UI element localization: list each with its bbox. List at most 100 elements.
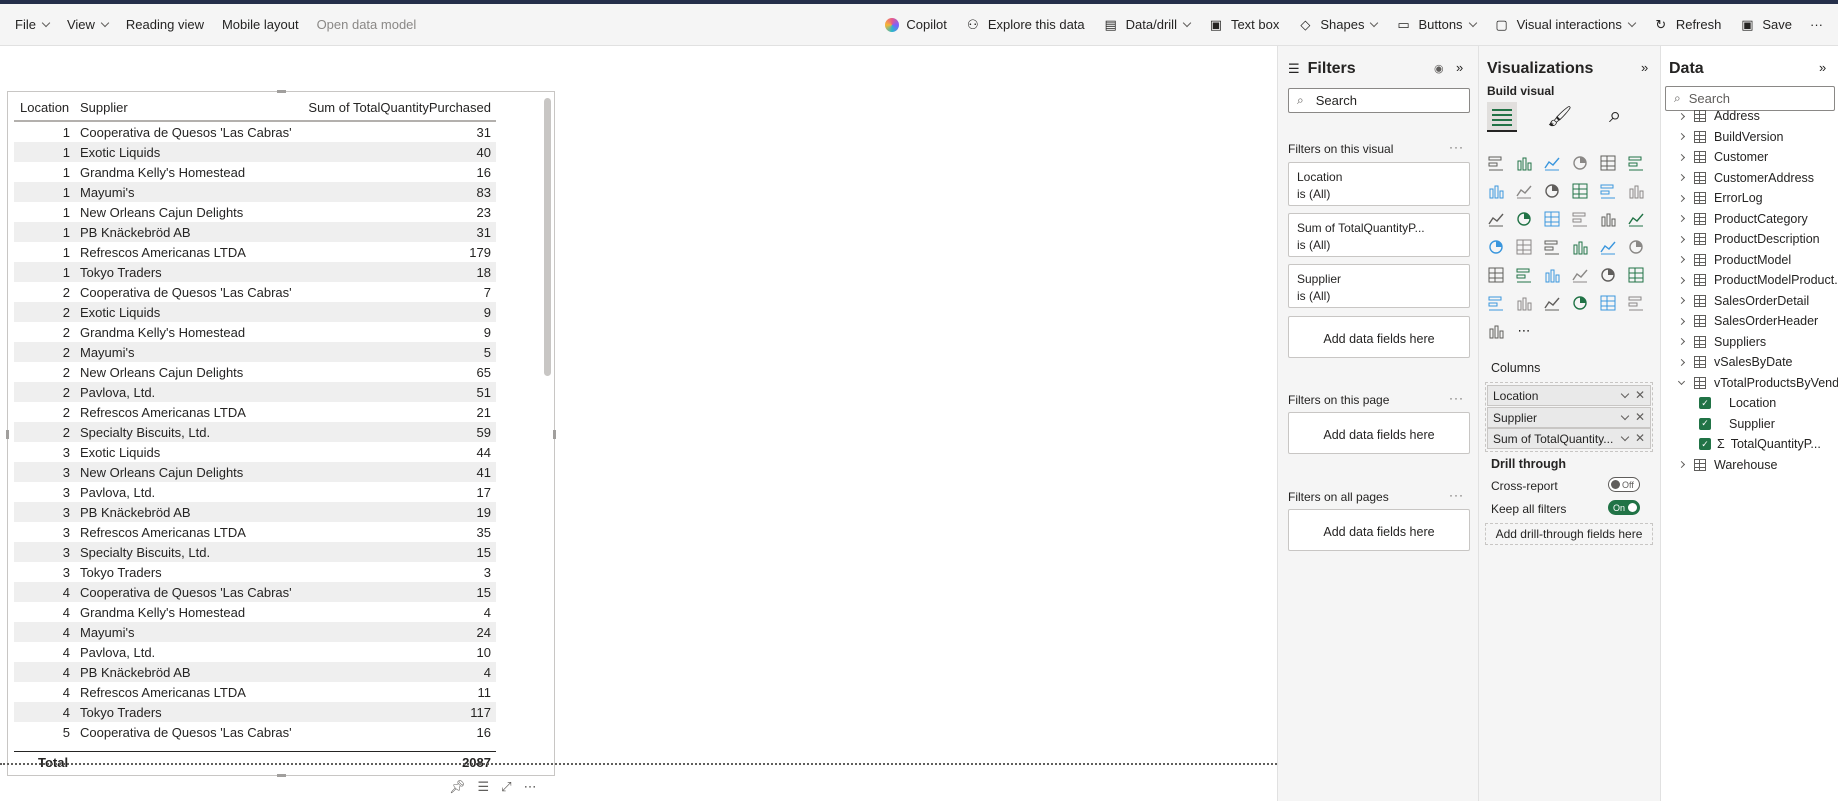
data-table-item[interactable]: vTotalProductsByVend... — [1677, 373, 1838, 393]
donut-chart-icon[interactable] — [1599, 210, 1617, 228]
table-row[interactable]: 5 Cooperativa de Quesos 'Las Cabras' 16 — [14, 722, 496, 742]
resize-handle-bottom[interactable] — [277, 774, 286, 777]
data-table-item[interactable]: Warehouse — [1677, 455, 1777, 475]
table-row[interactable]: 3 Tokyo Traders 3 — [14, 562, 496, 582]
matrix-icon[interactable] — [1571, 266, 1589, 284]
metrics-icon[interactable] — [1599, 294, 1617, 312]
table-row[interactable]: 3 Refrescos Americanas LTDA 35 — [14, 522, 496, 542]
header-quantity[interactable]: Sum of TotalQuantityPurchased — [296, 100, 496, 115]
chevron-down-icon[interactable] — [1677, 377, 1686, 385]
chevron-right-icon[interactable] — [1677, 214, 1686, 223]
clustered-column-icon[interactable] — [1571, 154, 1589, 172]
toolbar-refresh-button[interactable]: ↻ Refresh — [1644, 10, 1731, 40]
area-chart-icon[interactable] — [1515, 182, 1533, 200]
table-row[interactable]: 4 Grandma Kelly's Homestead 4 — [14, 602, 496, 622]
toolbar-visual-interactions-button[interactable]: ▢ Visual interactions — [1485, 10, 1644, 40]
table-row[interactable]: 2 Cooperativa de Quesos 'Las Cabras' 7 — [14, 282, 496, 302]
resize-handle-left[interactable] — [6, 430, 9, 439]
resize-handle-top[interactable] — [277, 90, 286, 93]
treemap-icon[interactable] — [1627, 210, 1645, 228]
data-table-item[interactable]: vSalesByDate — [1677, 352, 1793, 372]
pie-chart-icon[interactable] — [1571, 210, 1589, 228]
table-row[interactable]: 4 Cooperativa de Quesos 'Las Cabras' 15 — [14, 582, 496, 602]
chevron-right-icon[interactable] — [1677, 132, 1686, 141]
table-row[interactable]: 3 Exotic Liquids 44 — [14, 442, 496, 462]
chevron-right-icon[interactable] — [1677, 194, 1686, 202]
table-row[interactable]: 1 Tokyo Traders 18 — [14, 262, 496, 282]
chevron-right-icon[interactable] — [1677, 235, 1686, 243]
chevron-right-icon[interactable] — [1677, 460, 1686, 469]
checked-checkbox-icon[interactable]: ✓ — [1699, 438, 1711, 450]
kpi-icon[interactable] — [1487, 266, 1505, 284]
chevron-right-icon[interactable] — [1677, 153, 1686, 161]
funnel-icon[interactable] — [1515, 210, 1533, 228]
table-row[interactable]: 2 Specialty Biscuits, Ltd. 59 — [14, 422, 496, 442]
data-table-item[interactable]: ErrorLog — [1677, 188, 1763, 208]
data-table-item[interactable]: SalesOrderDetail — [1677, 291, 1809, 311]
toolbar-reading-view-button[interactable]: Reading view — [117, 10, 213, 40]
chevron-right-icon[interactable] — [1677, 358, 1686, 366]
table-row[interactable]: 3 New Orleans Cajun Delights 41 — [14, 462, 496, 482]
filter-card-location[interactable]: Location is (All) — [1288, 162, 1470, 206]
chevron-right-icon[interactable] — [1677, 337, 1686, 346]
column-well-location[interactable]: Location ✕ — [1487, 385, 1651, 406]
data-table-item[interactable]: ProductDescription — [1677, 229, 1820, 249]
checked-checkbox-icon[interactable]: ✓ — [1699, 397, 1711, 409]
add-drill-through-fields[interactable]: Add drill-through fields here — [1485, 523, 1653, 545]
collapse-visualizations-icon[interactable]: » — [1641, 60, 1648, 75]
add-all-pages-filter-fields[interactable]: Add data fields here — [1288, 509, 1470, 551]
power-automate-icon[interactable] — [1487, 322, 1505, 340]
data-table-item[interactable]: Address — [1677, 106, 1760, 126]
table-row[interactable]: 2 Refrescos Americanas LTDA 21 — [14, 402, 496, 422]
100-stacked-column-icon[interactable] — [1627, 154, 1645, 172]
chevron-right-icon[interactable] — [1677, 296, 1686, 305]
data-table-item[interactable]: CustomerAddress — [1677, 168, 1814, 188]
table-row[interactable]: 2 Mayumi's 5 — [14, 342, 496, 362]
table-row[interactable]: 3 Specialty Biscuits, Ltd. 15 — [14, 542, 496, 562]
stacked-bar-icon[interactable] — [1487, 154, 1505, 172]
filled-map-icon[interactable] — [1515, 238, 1533, 256]
data-table-item[interactable]: SalesOrderHeader — [1677, 311, 1818, 331]
chevron-down-icon[interactable] — [1620, 389, 1630, 399]
more-options-icon[interactable]: ··· — [1449, 140, 1464, 154]
paginated-report-icon[interactable] — [1571, 294, 1589, 312]
format-brush-icon[interactable]: 🖌︎ — [1547, 104, 1572, 129]
toolbar-explore-this-data-button[interactable]: ⚇ Explore this data — [956, 10, 1094, 40]
toolbar-mobile-layout-button[interactable]: Mobile layout — [213, 10, 308, 40]
column-well-quantity[interactable]: Sum of TotalQuantity... ✕ — [1487, 428, 1651, 449]
table-row[interactable]: 2 New Orleans Cajun Delights 65 — [14, 362, 496, 382]
remove-icon[interactable]: ✕ — [1635, 388, 1645, 402]
toolbar-shapes-button[interactable]: ◇ Shapes — [1288, 10, 1386, 40]
slicer-icon[interactable] — [1515, 266, 1533, 284]
waterfall-icon[interactable] — [1487, 210, 1505, 228]
table-row[interactable]: 4 Mayumi's 24 — [14, 622, 496, 642]
checked-checkbox-icon[interactable]: ✓ — [1699, 417, 1711, 430]
python-visual-icon[interactable] — [1627, 266, 1645, 284]
azure-map-icon[interactable] — [1543, 238, 1561, 256]
collapse-filters-icon[interactable]: » — [1456, 60, 1463, 75]
analytics-magnifier-icon[interactable]: ⌕ — [1609, 102, 1621, 128]
stacked-area-icon[interactable] — [1543, 182, 1561, 200]
filters-search-input[interactable]: ⌕ Search — [1288, 88, 1470, 113]
map-icon[interactable] — [1487, 238, 1505, 256]
filter-card-quantity[interactable]: Sum of TotalQuantityP... is (All) — [1288, 213, 1470, 257]
more-options-icon[interactable]: ··· — [1449, 488, 1464, 502]
column-well-supplier[interactable]: Supplier ✕ — [1487, 407, 1651, 428]
toolbar-text-box-button[interactable]: ▣ Text box — [1199, 10, 1288, 40]
resize-handle-right[interactable] — [553, 430, 556, 439]
toolbar-file-button[interactable]: File — [6, 10, 58, 40]
pin-icon[interactable]: 📌︎ — [449, 779, 466, 795]
toolbar-copilot-button[interactable]: Copilot — [876, 10, 955, 40]
line-column-icon[interactable] — [1599, 182, 1617, 200]
table-visual[interactable]: Location Supplier Sum of TotalQuantityPu… — [6, 90, 556, 777]
data-table-item[interactable]: ProductModelProduct... — [1677, 270, 1838, 290]
table-row[interactable]: 1 Refrescos Americanas LTDA 179 — [14, 242, 496, 262]
data-table-item[interactable]: Customer — [1677, 147, 1768, 167]
ribbon-chart-icon[interactable] — [1571, 182, 1589, 200]
table-row[interactable]: 3 Pavlova, Ltd. 17 — [14, 482, 496, 502]
toolbar-data-drill-button[interactable]: ▤ Data/drill — [1094, 10, 1199, 40]
table-row[interactable]: 1 Cooperativa de Quesos 'Las Cabras' 31 — [14, 122, 496, 142]
cross-report-toggle[interactable]: Off — [1608, 477, 1640, 492]
filter-card-supplier[interactable]: Supplier is (All) — [1288, 264, 1470, 308]
build-visual-tab[interactable] — [1487, 102, 1517, 132]
